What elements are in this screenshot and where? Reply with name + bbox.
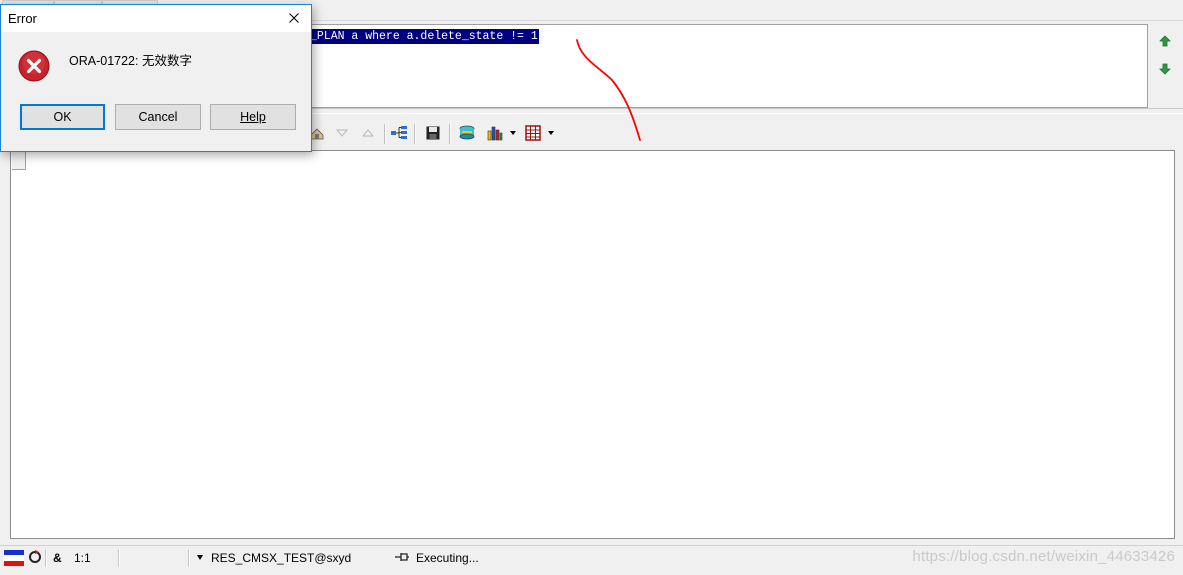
grid-layout-icon[interactable] — [522, 122, 544, 144]
grid-corner-cell[interactable] — [12, 152, 26, 170]
ampersand-indicator: & — [53, 551, 62, 565]
pin-icon — [394, 550, 410, 568]
help-button[interactable]: Help — [210, 104, 296, 130]
arrow-up-icon[interactable] — [1154, 30, 1176, 52]
close-icon[interactable] — [281, 7, 307, 29]
error-icon — [18, 50, 50, 82]
ok-button[interactable]: OK — [20, 104, 105, 130]
refresh-icon[interactable] — [28, 550, 44, 568]
dialog-title: Error — [8, 11, 37, 26]
flag-icon — [4, 550, 24, 568]
error-dialog: Error ORA-01722: 无效数字 OK Cancel Help — [0, 4, 312, 152]
grid-dropdown-icon[interactable] — [548, 131, 554, 135]
history-nav — [1150, 24, 1180, 106]
cancel-button[interactable]: Cancel — [115, 104, 201, 130]
cursor-position: 1:1 — [74, 551, 91, 565]
watermark: https://blog.csdn.net/weixin_44633426 — [912, 548, 1175, 565]
connection-dropdown-icon[interactable] — [197, 555, 203, 560]
execution-status: Executing... — [416, 551, 479, 565]
next-record-icon[interactable] — [357, 122, 379, 144]
chart-dropdown-icon[interactable] — [510, 131, 516, 135]
error-message: ORA-01722: 无效数字 — [69, 54, 192, 68]
dialog-titlebar[interactable]: Error — [1, 5, 311, 32]
sql-selected-text[interactable]: _PLAN a where a.delete_state != 1 — [309, 29, 539, 44]
annotation-stroke — [576, 39, 641, 141]
help-button-label: Help — [240, 110, 266, 124]
previous-record-icon[interactable] — [331, 122, 353, 144]
chart-icon[interactable] — [484, 122, 506, 144]
arrow-down-icon[interactable] — [1154, 58, 1176, 80]
save-icon[interactable] — [422, 122, 444, 144]
query-tree-icon[interactable] — [388, 122, 410, 144]
export-icon[interactable] — [456, 122, 478, 144]
connection-label[interactable]: RES_CMSX_TEST@sxyd — [211, 549, 351, 567]
results-grid[interactable] — [10, 150, 1175, 539]
